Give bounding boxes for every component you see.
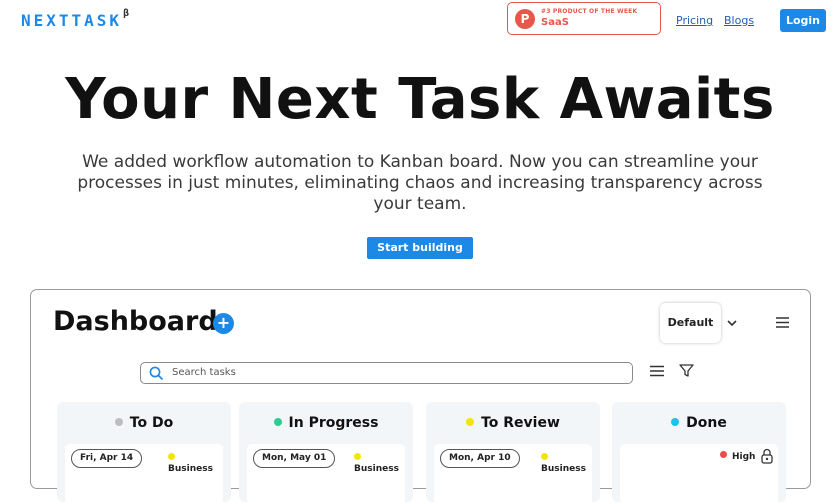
nav-link-pricing[interactable]: Pricing	[676, 14, 713, 27]
dashboard-preview: Dashboard + Default Search tasks To Do F…	[30, 289, 811, 504]
tag-dot	[168, 453, 175, 460]
column-in-progress: In Progress Mon, May 01 Business	[239, 402, 413, 504]
column-header: Done	[612, 415, 786, 431]
top-nav: NEXTTASKβ P #3 PRODUCT OF THE WEEK SaaS …	[0, 0, 840, 44]
category-tag: Business	[168, 453, 223, 474]
start-building-button[interactable]: Start building	[367, 237, 473, 259]
search-placeholder: Search tasks	[172, 367, 236, 378]
column-header: In Progress	[239, 415, 413, 431]
badge-rank: #3 PRODUCT OF THE WEEK	[541, 8, 638, 15]
view-select[interactable]: Default	[660, 303, 721, 343]
tag-dot	[541, 453, 548, 460]
column-title: To Do	[129, 415, 174, 431]
column-to-do: To Do Fri, Apr 14 Business	[57, 402, 231, 504]
task-card[interactable]: Mon, May 01 Business	[247, 444, 405, 504]
column-title: Done	[686, 415, 727, 431]
filter-icon[interactable]	[679, 363, 694, 378]
nav-link-blogs[interactable]: Blogs	[724, 14, 754, 27]
list-view-icon[interactable]	[650, 365, 664, 377]
logo-text: NEXTTASK	[21, 11, 123, 30]
logo-beta: β	[123, 7, 130, 19]
task-card[interactable]: Mon, Apr 10 Business	[434, 444, 592, 504]
column-title: To Review	[481, 415, 560, 431]
product-hunt-icon: P	[515, 9, 535, 29]
column-title: In Progress	[288, 415, 379, 431]
menu-icon[interactable]	[775, 316, 790, 329]
status-dot	[671, 418, 680, 426]
hero-title: Your Next Task Awaits	[65, 67, 775, 132]
dashboard-title: Dashboard	[53, 306, 218, 337]
product-hunt-badge[interactable]: P #3 PRODUCT OF THE WEEK SaaS	[507, 2, 661, 35]
task-card[interactable]: Fri, Apr 14 Business	[65, 444, 223, 504]
search-input[interactable]: Search tasks	[140, 362, 633, 384]
lock-icon[interactable]	[761, 448, 773, 464]
chevron-down-icon[interactable]	[725, 316, 739, 330]
due-date-badge: Fri, Apr 14	[71, 449, 143, 468]
column-header: To Review	[426, 415, 600, 431]
column-header: To Do	[57, 415, 231, 431]
category-tag: Business	[354, 453, 405, 474]
login-button[interactable]: Login	[780, 9, 826, 32]
add-task-button[interactable]: +	[213, 313, 234, 334]
status-dot	[114, 418, 123, 426]
due-date-badge: Mon, May 01	[253, 449, 336, 468]
tag-label: Business	[354, 464, 399, 474]
priority-badge: High	[720, 451, 755, 462]
category-tag: Business	[541, 453, 592, 474]
tag-label: Business	[168, 464, 213, 474]
priority-label: High	[732, 452, 756, 462]
status-dot	[273, 418, 282, 426]
status-dot	[466, 418, 475, 426]
nexttask-logo[interactable]: NEXTTASKβ	[21, 7, 130, 30]
search-icon	[149, 366, 164, 381]
column-done: Done High	[612, 402, 786, 504]
priority-dot	[720, 451, 727, 458]
column-to-review: To Review Mon, Apr 10 Business	[426, 402, 600, 504]
tag-dot	[354, 453, 361, 460]
task-card[interactable]: High	[620, 444, 778, 504]
due-date-badge: Mon, Apr 10	[440, 449, 520, 468]
badge-category: SaaS	[541, 17, 569, 28]
hero-subtitle: We added workflow automation to Kanban b…	[77, 152, 763, 214]
tag-label: Business	[541, 464, 586, 474]
